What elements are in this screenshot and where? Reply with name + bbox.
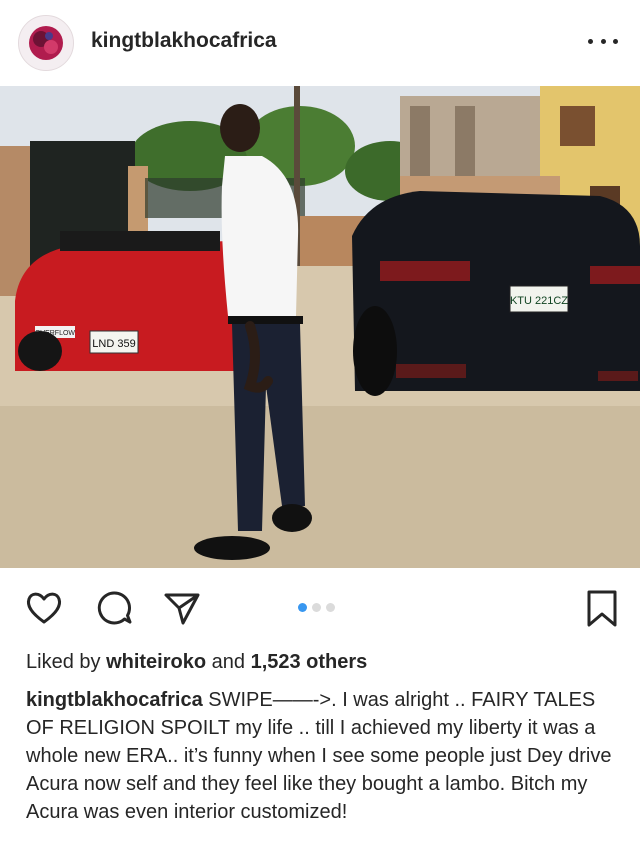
caption-username[interactable]: kingtblakhocafrica <box>26 689 203 711</box>
more-options-icon[interactable] <box>588 27 618 55</box>
heart-icon[interactable] <box>24 588 64 628</box>
carousel-dot <box>312 603 321 612</box>
likes-middle: and <box>211 651 246 673</box>
plate-right: KTU 221CZ <box>510 295 568 307</box>
post-header: kingtblakhocafrica <box>0 0 640 86</box>
post-username[interactable]: kingtblakhocafrica <box>91 29 277 53</box>
carousel-dot-active <box>298 603 307 612</box>
avatar[interactable] <box>18 15 74 71</box>
post-caption: kingtblakhocafrica SWIPE——->. I was alri… <box>26 686 616 826</box>
plate-left: LND 359 <box>92 338 135 350</box>
carousel-dot <box>326 603 335 612</box>
likes-prefix: Liked by <box>26 651 101 673</box>
share-icon[interactable] <box>162 588 202 628</box>
liked-by-user[interactable]: whiteiroko <box>106 651 206 673</box>
bookmark-icon[interactable] <box>582 588 622 628</box>
carousel-indicator <box>298 603 335 612</box>
post-photo[interactable]: LND 359 OVERFLOW KTU 221CZ <box>0 86 640 568</box>
likes-count[interactable]: 1,523 others <box>251 651 368 673</box>
likes-summary: Liked by whiteiroko and 1,523 others <box>26 651 367 674</box>
comment-icon[interactable] <box>94 588 134 628</box>
